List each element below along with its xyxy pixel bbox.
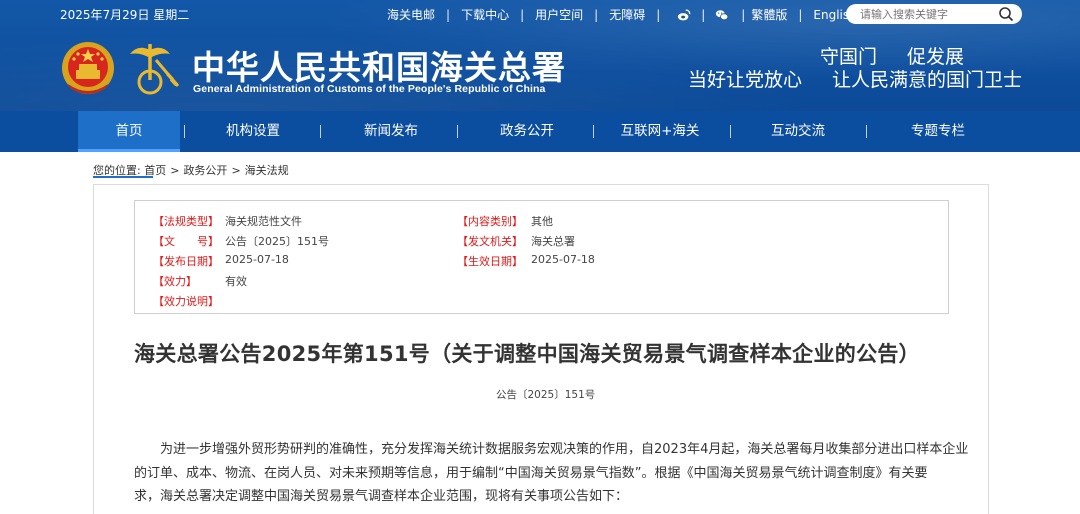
search-input[interactable] xyxy=(860,6,1000,22)
meta-key-validity-note: 【效力说明】 xyxy=(153,295,219,308)
link-traditional-chinese[interactable]: 繁體版 xyxy=(751,6,787,23)
divider: | xyxy=(656,7,661,22)
divider: | xyxy=(701,7,706,22)
breadcrumb-customs-regulations[interactable]: 海关法规 xyxy=(245,164,289,177)
meta-value-issuing-authority: 海关总署 xyxy=(531,235,575,248)
divider: | xyxy=(520,7,525,22)
breadcrumb-underline xyxy=(93,176,153,178)
site-title-cn: 中华人民共和国海关总署 xyxy=(192,48,566,87)
nav-divider xyxy=(866,125,867,138)
divider: | xyxy=(446,7,451,22)
body-line: 的订单、成本、物流、在岗人员、对未来预期等信息，用于编制“中国海关贸易景气指数”… xyxy=(134,465,928,481)
nav-divider xyxy=(320,125,321,138)
meta-key-doc-number: 【文 号】 xyxy=(153,235,219,248)
link-user-space[interactable]: 用户空间 xyxy=(535,6,583,23)
link-accessibility[interactable]: 无障碍 xyxy=(609,6,645,23)
nav-item-government-affairs[interactable]: 政务公开 xyxy=(456,111,598,152)
nav-item-organization[interactable]: 机构设置 xyxy=(180,111,326,152)
divider: | xyxy=(798,7,803,22)
nav-divider xyxy=(457,125,458,138)
meta-value-doc-number: 公告〔2025〕151号 xyxy=(225,235,329,248)
nav-divider xyxy=(184,125,185,138)
nav-divider xyxy=(730,125,731,138)
meta-key-effective-date: 【生效日期】 xyxy=(457,255,523,268)
top-links: 海关电邮 | 下载中心 | 用户空间 | 无障碍 | | | 繁體版 | Eng… xyxy=(387,6,857,23)
site-title-en: General Administration of Customs of the… xyxy=(193,83,546,95)
national-emblem-icon xyxy=(62,42,114,94)
meta-key-content-category: 【内容类别】 xyxy=(457,215,523,228)
meta-value-effective-date: 2025-07-18 xyxy=(531,253,595,266)
slogan-text: 当好让党放心 xyxy=(687,69,802,91)
divider: | xyxy=(594,7,599,22)
slogan-text: 让人民满意的国门卫士 xyxy=(831,69,1022,91)
body-line: 为进一步增强外贸形势研判的准确性，充分发挥海关统计数据服务宏观决策的作用，自20… xyxy=(160,442,969,457)
document-body: 为进一步增强外贸形势研判的准确性，充分发挥海关统计数据服务宏观决策的作用，自20… xyxy=(134,438,969,509)
search-icon[interactable] xyxy=(998,6,1014,22)
content-area: 您的位置: 首页 > 政务公开 > 海关法规 【法规类型】 海关规范性文件 【文 号】 … xyxy=(0,152,1080,514)
link-customs-email[interactable]: 海关电邮 xyxy=(387,6,435,23)
weibo-icon[interactable] xyxy=(677,8,691,22)
document-meta-box: 【法规类型】 海关规范性文件 【文 号】 公告〔2025〕151号 【发布日期】… xyxy=(134,200,949,314)
site-header: 2025年7月29日 星期二 海关电邮 | 下载中心 | 用户空间 | 无障碍 … xyxy=(0,0,1080,152)
current-date: 2025年7月29日 星期二 xyxy=(60,8,190,22)
meta-value-content-category: 其他 xyxy=(531,215,553,228)
main-nav: 首页 机构设置 新闻发布 政务公开 互联网+海关 互动交流 专题专栏 xyxy=(0,111,1080,152)
breadcrumb-government-affairs[interactable]: 政务公开 xyxy=(183,164,227,177)
meta-value-regulation-type: 海关规范性文件 xyxy=(225,215,302,228)
meta-value-publish-date: 2025-07-18 xyxy=(225,253,289,266)
nav-item-special-topics[interactable]: 专题专栏 xyxy=(874,111,1002,152)
customs-logo-icon xyxy=(130,44,180,95)
document-title: 海关总署公告2025年第151号（关于调整中国海关贸易景气调查样本企业的公告） xyxy=(134,342,920,366)
body-line: 求，海关总署决定调整中国海关贸易景气调查样本企业范围，现将有关事项公告如下： xyxy=(134,489,629,504)
meta-key-issuing-authority: 【发文机关】 xyxy=(457,235,523,248)
meta-key-publish-date: 【发布日期】 xyxy=(153,255,219,268)
nav-divider xyxy=(593,125,594,138)
meta-key-validity: 【效力】 xyxy=(153,275,197,288)
top-bar: 2025年7月29日 星期二 海关电邮 | 下载中心 | 用户空间 | 无障碍 … xyxy=(0,0,1080,28)
wechat-icon[interactable] xyxy=(715,8,729,22)
nav-item-home[interactable]: 首页 xyxy=(78,111,180,152)
divider: | xyxy=(741,7,746,22)
search-box xyxy=(846,4,1022,24)
document-number: 公告〔2025〕151号 xyxy=(496,389,596,401)
nav-item-internet-customs[interactable]: 互联网+海关 xyxy=(598,111,722,152)
meta-key-regulation-type: 【法规类型】 xyxy=(153,215,219,228)
breadcrumb-separator: > xyxy=(231,164,241,177)
breadcrumb-separator: > xyxy=(170,164,180,177)
nav-item-news[interactable]: 新闻发布 xyxy=(326,111,456,152)
meta-value-validity: 有效 xyxy=(225,275,247,288)
slogan-line-2: 当好让党放心 让人民满意的国门卫士 xyxy=(688,65,1022,92)
link-download-center[interactable]: 下载中心 xyxy=(461,6,509,23)
nav-item-interaction[interactable]: 互动交流 xyxy=(722,111,874,152)
